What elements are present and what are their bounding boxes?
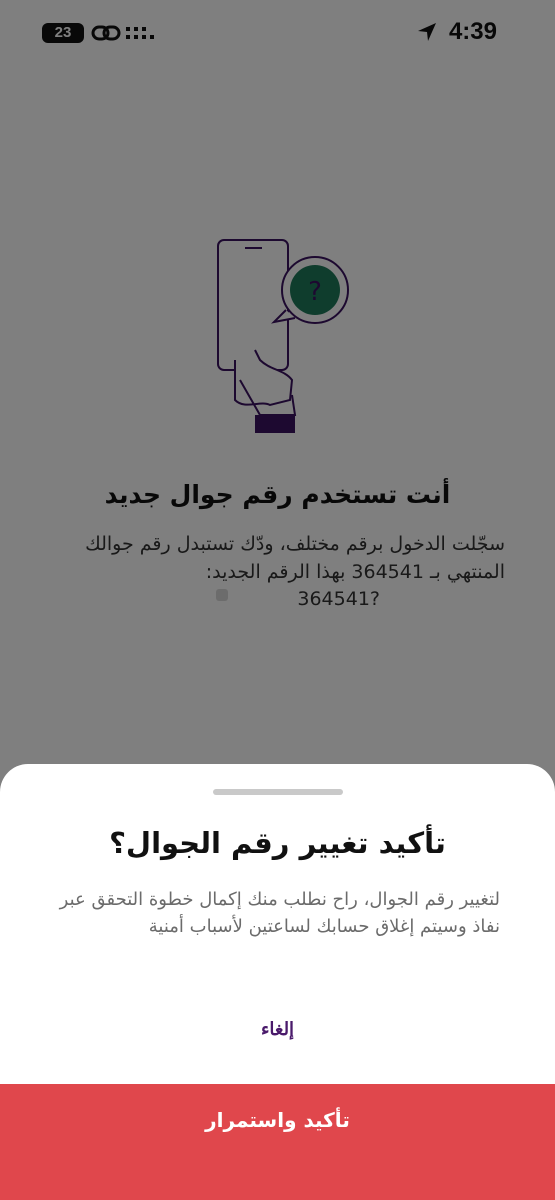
bottom-sheet: تأكيد تغيير رقم الجوال؟ لتغيير رقم الجوا… bbox=[0, 764, 555, 1200]
sheet-drag-handle[interactable] bbox=[213, 789, 343, 795]
cancel-button[interactable]: إلغاء bbox=[200, 1014, 355, 1044]
sheet-description: لتغيير رقم الجوال، راح نطلب منك إكمال خط… bbox=[59, 889, 500, 937]
sheet-title: تأكيد تغيير رقم الجوال؟ bbox=[109, 826, 446, 860]
confirm-continue-button[interactable]: تأكيد واستمرار bbox=[0, 1084, 555, 1200]
screen: 23 4:39 ? أنت تستخدم رقم جوال جديد bbox=[0, 0, 555, 1200]
